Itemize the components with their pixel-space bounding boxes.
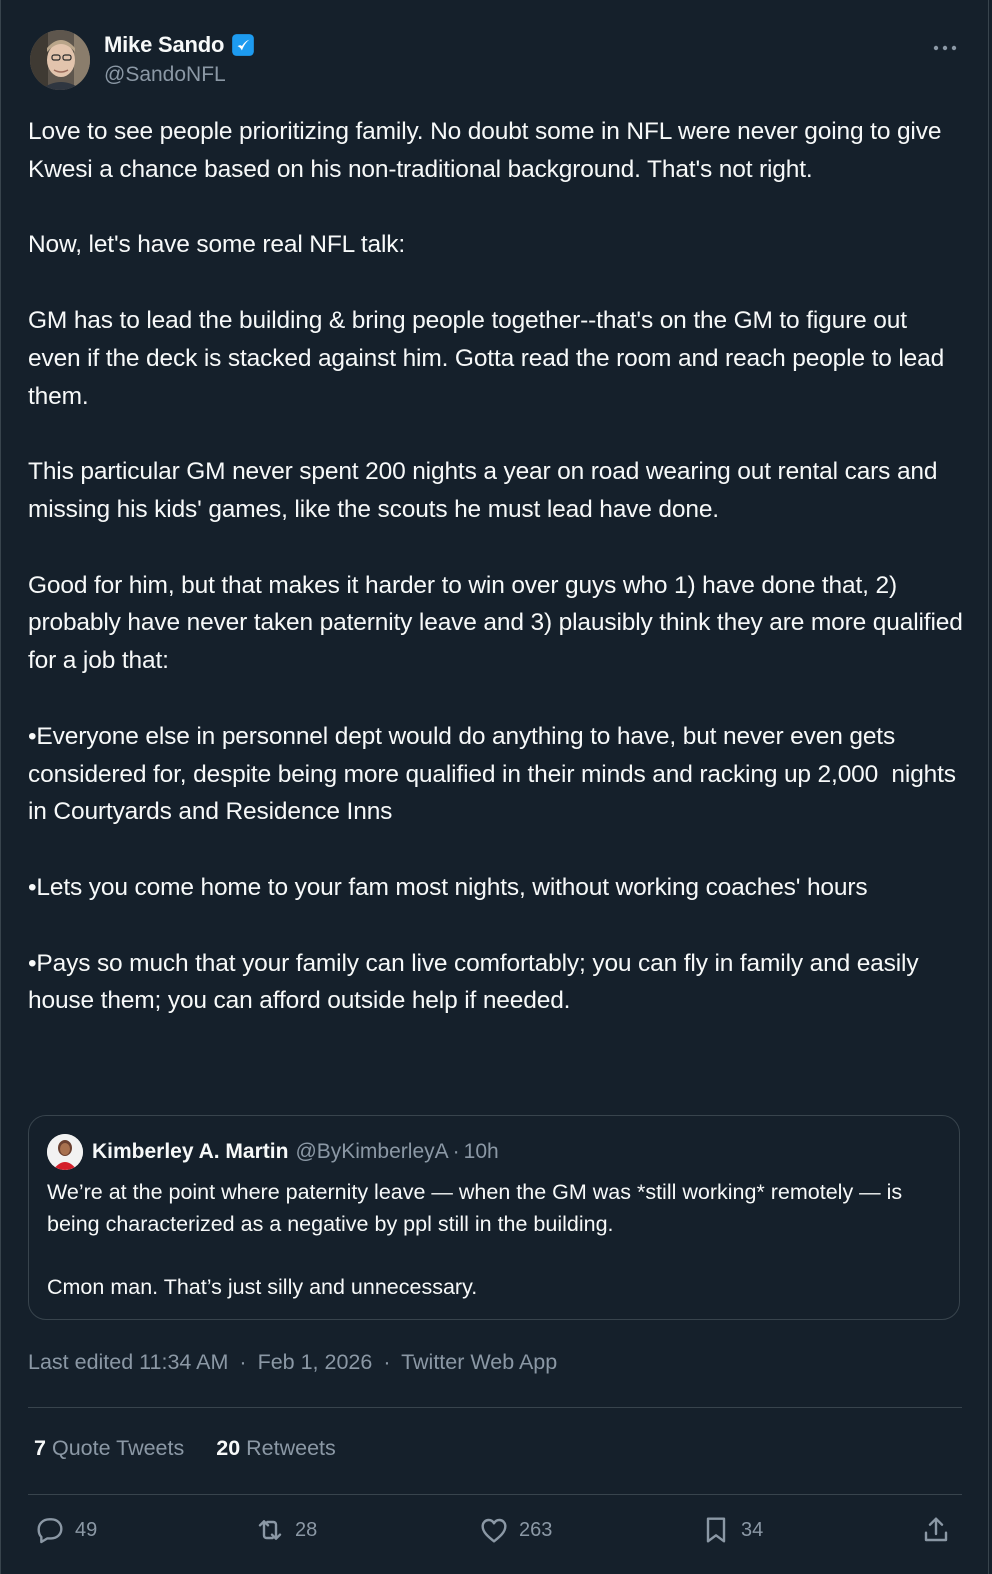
quoted-author-handle: @ByKimberleyA [295,1140,449,1163]
retweet-count: 28 [295,1518,318,1541]
edited-time[interactable]: Last edited 11:34 AM [28,1350,228,1374]
tweet-paragraph: Now, let's have some real NFL talk: [28,231,406,259]
quoted-timestamp: 10h [463,1140,499,1163]
author-avatar-image [30,30,90,90]
share-icon [924,1517,948,1542]
meta-separator: · [383,1350,391,1374]
tweet-paragraph: This particular GM never spent 200 night… [28,458,945,523]
quoted-text-line: We’re at the point where paternity leave… [47,1180,903,1236]
author-avatar[interactable] [30,30,90,90]
verified-badge-icon [230,32,256,58]
action-bar: 49 28 263 34 [34,1514,954,1550]
tweet-paragraph: •Lets you come home to your fam most nig… [28,873,868,901]
share-button[interactable] [920,1514,961,1546]
left-border [0,0,1,1574]
author-name[interactable]: Mike Sando [104,32,224,58]
meta-separator: · [239,1350,247,1374]
like-button[interactable]: 263 [478,1514,552,1546]
retweet-icon [258,1520,282,1540]
quoted-author-avatar [47,1134,83,1170]
tweet-paragraph: GM has to lead the building & bring peop… [28,306,951,410]
right-border [988,0,989,1574]
author-handle[interactable]: @SandoNFL [104,63,226,87]
tweet-paragraph: Good for him, but that makes it harder t… [28,571,970,675]
quoted-author-name: Kimberley A. Martin [92,1140,289,1163]
bookmark-button[interactable]: 34 [700,1514,763,1546]
quoted-text: We’re at the point where paternity leave… [47,1177,947,1303]
bookmark-icon [706,1517,726,1543]
reply-icon [37,1518,63,1544]
more-options-icon[interactable] [930,34,960,58]
retweet-button[interactable]: 28 [254,1514,317,1546]
like-count: 263 [519,1518,553,1541]
tweet-paragraph: Love to see people prioritizing family. … [28,118,948,183]
tweet-date[interactable]: Feb 1, 2026 [258,1350,373,1374]
quoted-text-line: Cmon man. That’s just silly and unnecess… [47,1274,478,1299]
retweets-label: Retweets [246,1436,336,1460]
divider [28,1494,962,1495]
quote-tweets-link[interactable]: 7 Quote Tweets [34,1436,184,1461]
tweet-paragraph: •Everyone else in personnel dept would d… [28,722,963,826]
retweets-count: 20 [216,1436,241,1460]
quoted-separator: · [452,1140,460,1163]
quoted-tweet[interactable]: Kimberley A. Martin @ByKimberleyA · 10h … [28,1115,960,1320]
reply-count: 49 [75,1518,98,1541]
bookmark-count: 34 [741,1518,764,1541]
tweet-text: Love to see people prioritizing family. … [28,113,964,1020]
quote-tweets-count: 7 [34,1436,46,1460]
tweet-meta: Last edited 11:34 AM · Feb 1, 2026 · Twi… [28,1350,557,1375]
retweets-link[interactable]: 20 Retweets [216,1436,336,1461]
tweet-source: Twitter Web App [401,1350,558,1374]
tweet-paragraph: •Pays so much that your family can live … [28,949,926,1015]
engagement-stats: 7 Quote Tweets 20 Retweets [34,1436,368,1461]
tweet-header: Mike Sando @SandoNFL [28,28,962,92]
reply-button[interactable]: 49 [34,1514,97,1546]
quote-tweets-label: Quote Tweets [51,1436,185,1460]
divider [28,1407,962,1408]
heart-icon [481,1518,507,1543]
